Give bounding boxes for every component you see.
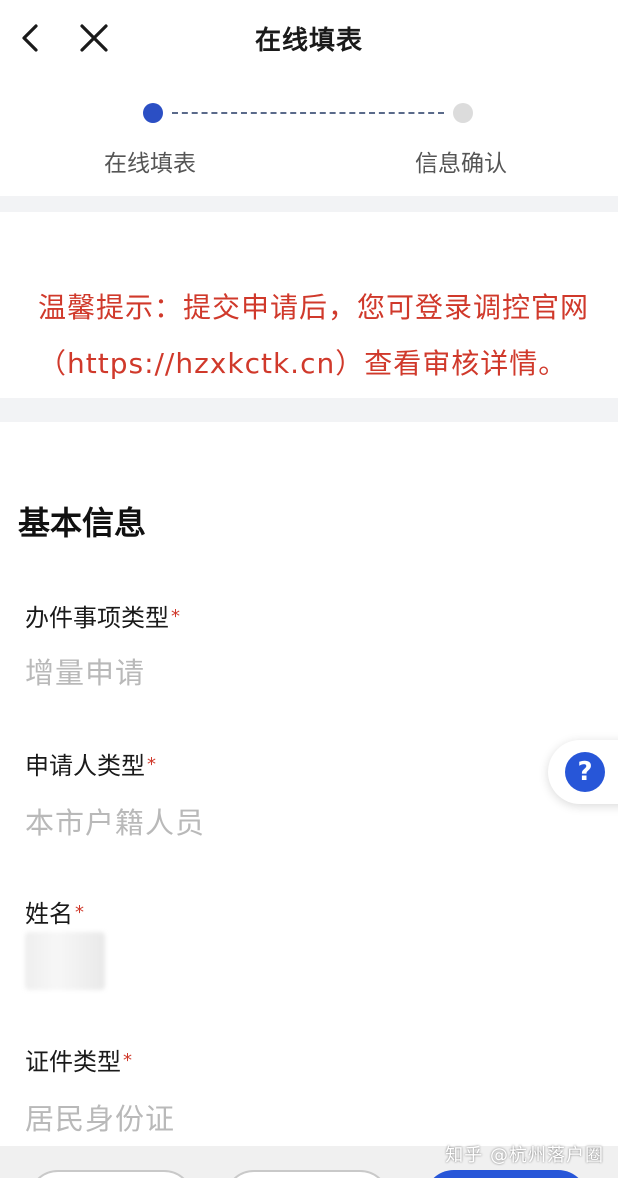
- section-divider: [0, 196, 618, 212]
- field-label-text: 证件类型: [25, 1048, 121, 1076]
- required-mark: *: [147, 754, 156, 775]
- basic-info-form: 基本信息 办件事项类型 * 增量申请 申请人类型 * 本市户籍人员 姓名 * 证件类型…: [0, 422, 618, 1152]
- required-mark: *: [75, 902, 84, 923]
- section-divider: [0, 398, 618, 422]
- field-label-applicant-type: 申请人类型 *: [25, 746, 156, 781]
- notice-panel: 温馨提示：提交申请后，您可登录调控官网（https://hzxkctk.cn）查…: [0, 212, 618, 398]
- step-dot-active: [143, 103, 163, 123]
- question-icon: ?: [565, 752, 605, 792]
- applicant-type-select[interactable]: 本市户籍人员: [25, 800, 205, 842]
- watermark: 知乎 @杭州落户圈: [445, 1145, 604, 1166]
- step-label-confirm: 信息确认: [415, 151, 507, 177]
- page-title: 在线填表: [254, 26, 363, 56]
- matter-type-select[interactable]: 增量申请: [25, 650, 145, 692]
- name-input-redacted[interactable]: [25, 932, 105, 990]
- secondary-button[interactable]: [224, 1170, 390, 1178]
- step-indicator: 在线填表 信息确认: [0, 78, 618, 196]
- field-label-text: 申请人类型: [25, 752, 145, 780]
- step-dot-pending: [453, 103, 473, 123]
- notice-text: 温馨提示：提交申请后，您可登录调控官网（https://hzxkctk.cn）查…: [38, 291, 590, 380]
- help-button[interactable]: ?: [548, 740, 618, 804]
- primary-button[interactable]: [424, 1170, 588, 1178]
- step-connector: [172, 112, 444, 114]
- id-type-select[interactable]: 居民身份证: [25, 1096, 175, 1138]
- step-label-fill: 在线填表: [104, 151, 196, 177]
- field-label-matter-type: 办件事项类型 *: [25, 598, 180, 633]
- required-mark: *: [123, 1050, 132, 1071]
- required-mark: *: [171, 606, 180, 627]
- field-label-text: 姓名: [25, 900, 73, 928]
- nav-bar: 在线填表: [0, 0, 618, 78]
- secondary-button[interactable]: [28, 1170, 194, 1178]
- field-label-text: 办件事项类型: [25, 604, 169, 632]
- section-title: 基本信息: [18, 504, 147, 542]
- field-label-id-type: 证件类型 *: [25, 1042, 132, 1077]
- field-label-name: 姓名 *: [25, 894, 84, 929]
